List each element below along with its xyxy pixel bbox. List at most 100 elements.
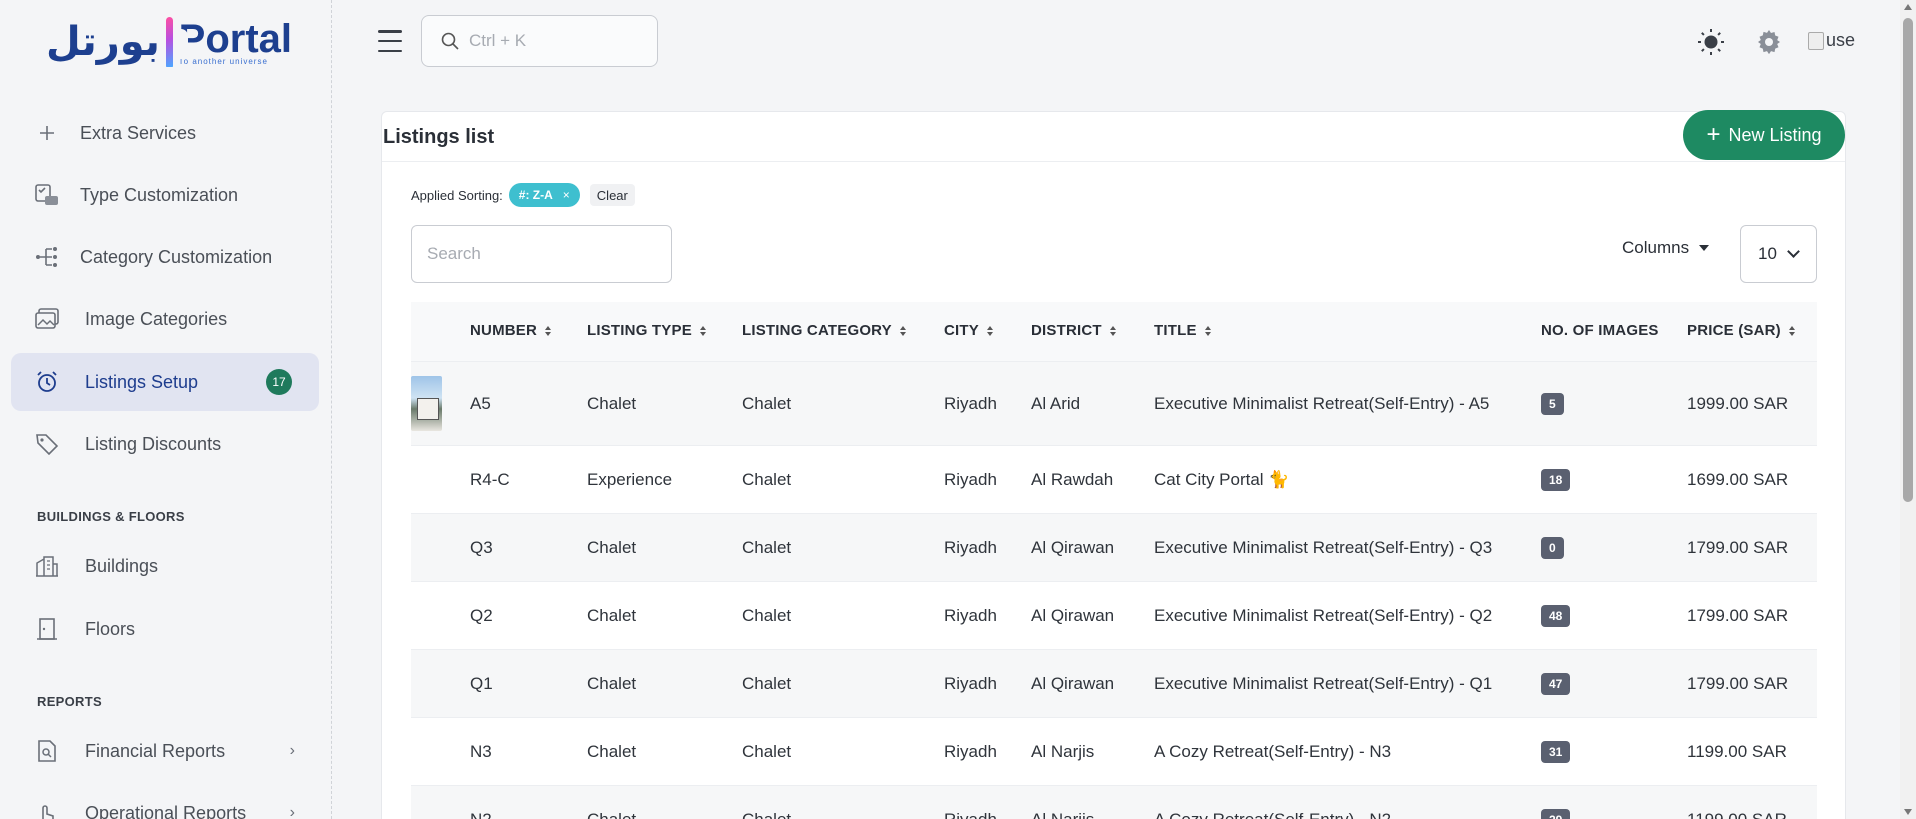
sidebar-item-listings-setup[interactable]: Listings Setup 17 (11, 353, 319, 411)
page-scrollbar[interactable] (1900, 0, 1916, 819)
chevron-right-icon: › (289, 804, 295, 819)
page-title: Listings list (383, 126, 495, 148)
sidebar-item-image-categories[interactable]: Image Categories (11, 290, 319, 348)
close-icon[interactable]: × (563, 188, 570, 202)
sort-icon (1788, 325, 1795, 336)
sidebar-item-extra-services[interactable]: Extra Services (11, 104, 319, 162)
column-header-label: LISTING TYPE (587, 322, 692, 339)
image-count-badge: 18 (1541, 469, 1571, 491)
door-icon (35, 618, 59, 640)
sort-chip[interactable]: #: Z-A × (508, 183, 580, 207)
column-header-label: CITY (944, 322, 979, 339)
sidebar-item-label: Extra Services (80, 122, 197, 143)
column-header-district[interactable]: DISTRICT (1031, 322, 1116, 339)
table-row[interactable]: N2 Chalet Chalet Riyadh Al Narjis A Cozy… (411, 785, 1817, 819)
section-title-reports: REPORTS (37, 694, 102, 709)
column-header-label: TITLE (1154, 322, 1197, 339)
menu-toggle-button[interactable] (378, 30, 402, 52)
global-search[interactable] (421, 15, 658, 67)
column-header-label: NUMBER (470, 322, 538, 339)
table-search-input[interactable] (412, 226, 671, 282)
column-header-no-of-images: NO. OF IMAGES (1541, 322, 1659, 339)
column-header-price[interactable]: PRICE (SAR) (1687, 322, 1795, 339)
page-size-select[interactable]: 10 (1740, 225, 1817, 283)
tag-icon (35, 433, 59, 455)
sidebar-item-label: Operational Reports (85, 802, 247, 819)
global-search-input[interactable] (469, 31, 639, 51)
cell-district: Al Narjis (1031, 742, 1095, 761)
sun-icon (1698, 29, 1724, 55)
cell-listing-category: Chalet (742, 606, 792, 625)
sidebar-item-financial-reports[interactable]: Financial Reports › (11, 722, 319, 780)
columns-dropdown-button[interactable]: Columns (1622, 238, 1710, 258)
listing-thumbnail[interactable] (411, 376, 442, 431)
sidebar-item-type-customization[interactable]: Type Customization (11, 166, 319, 224)
sidebar-item-label: Listing Discounts (85, 433, 222, 454)
sidebar-item-label: Image Categories (85, 308, 228, 329)
report-search-icon (35, 740, 59, 762)
table-row[interactable]: Q1 Chalet Chalet Riyadh Al Qirawan Execu… (411, 649, 1817, 717)
column-header-number[interactable]: NUMBER (470, 322, 552, 339)
cell-price: 1199.00 SAR (1687, 742, 1787, 761)
column-header-city[interactable]: CITY (944, 322, 993, 339)
cell-number: R4-C (470, 470, 510, 489)
brand-door-icon (165, 17, 188, 67)
cell-city: Riyadh (944, 606, 997, 625)
sidebar-item-listing-discounts[interactable]: Listing Discounts (11, 415, 319, 473)
column-header-listing-type[interactable]: LISTING TYPE (587, 322, 706, 339)
column-header-label: DISTRICT (1031, 322, 1102, 339)
section-title-buildings-floors: BUILDINGS & FLOORS (37, 509, 185, 524)
image-count-badge: 48 (1541, 605, 1571, 627)
theme-toggle-button[interactable] (1697, 28, 1725, 56)
settings-button[interactable] (1755, 28, 1783, 56)
table-row[interactable]: Q2 Chalet Chalet Riyadh Al Qirawan Execu… (411, 581, 1817, 649)
plus-icon (35, 122, 59, 144)
table-search[interactable] (411, 225, 672, 283)
cell-listing-type: Chalet (587, 674, 637, 693)
hierarchy-icon (35, 246, 59, 268)
cell-listing-type: Chalet (587, 394, 637, 413)
new-listing-button[interactable]: + New Listing (1683, 110, 1845, 160)
brand-logo[interactable]: بورتل Portal To another universe (46, 14, 292, 70)
table-row[interactable]: A5 Chalet Chalet Riyadh Al Arid Executiv… (411, 361, 1817, 445)
user-avatar[interactable]: use (1808, 30, 1855, 51)
buildings-icon (35, 555, 59, 577)
image-count-badge: 31 (1541, 741, 1571, 763)
table-row[interactable]: R4-C Experience Chalet Riyadh Al Rawdah … (411, 445, 1817, 513)
scroll-down-icon[interactable] (1904, 809, 1912, 815)
sidebar-item-floors[interactable]: Floors (11, 600, 319, 658)
cell-title: Cat City Portal 🐈 (1154, 470, 1290, 489)
cell-city: Riyadh (944, 742, 997, 761)
image-count-badge: 0 (1541, 537, 1564, 559)
cell-listing-category: Chalet (742, 742, 792, 761)
table-row[interactable]: Q3 Chalet Chalet Riyadh Al Qirawan Execu… (411, 513, 1817, 581)
scroll-up-icon[interactable] (1904, 4, 1912, 10)
cell-title: A Cozy Retreat(Self-Entry) - N3 (1154, 742, 1392, 761)
sidebar-item-operational-reports[interactable]: Operational Reports › (11, 784, 319, 819)
brand-name-arabic: بورتل (46, 19, 161, 65)
table-row[interactable]: N3 Chalet Chalet Riyadh Al Narjis A Cozy… (411, 717, 1817, 785)
cell-district: Al Qirawan (1031, 538, 1115, 557)
cell-listing-category: Chalet (742, 394, 792, 413)
listings-card: Listings list + New Listing Applied Sort… (381, 110, 1846, 819)
sidebar-item-buildings[interactable]: Buildings (11, 537, 319, 595)
column-header-title[interactable]: TITLE (1154, 322, 1211, 339)
scrollbar-thumb[interactable] (1903, 18, 1913, 502)
cell-listing-category: Chalet (742, 810, 791, 819)
applied-sorting-bar: Applied Sorting: #: Z-A × Clear (411, 183, 635, 207)
cell-city: Riyadh (944, 810, 997, 819)
cell-listing-type: Chalet (587, 538, 637, 557)
sidebar: بورتل Portal To another universe Extra S… (0, 0, 332, 819)
cell-number: Q2 (470, 606, 493, 625)
cell-listing-type: Chalet (587, 742, 637, 761)
cell-listing-type: Chalet (587, 606, 637, 625)
sidebar-item-category-customization[interactable]: Category Customization (11, 228, 319, 286)
column-header-label: PRICE (SAR) (1687, 322, 1781, 339)
columns-label: Columns (1622, 238, 1690, 257)
column-header-listing-category[interactable]: LISTING CATEGORY (742, 322, 906, 339)
cell-title: Executive Minimalist Retreat(Self-Entry)… (1154, 538, 1493, 557)
cell-price: 1799.00 SAR (1687, 538, 1789, 557)
cell-district: Al Rawdah (1031, 470, 1114, 489)
cell-listing-category: Chalet (742, 674, 792, 693)
clear-sorting-button[interactable]: Clear (589, 184, 635, 206)
